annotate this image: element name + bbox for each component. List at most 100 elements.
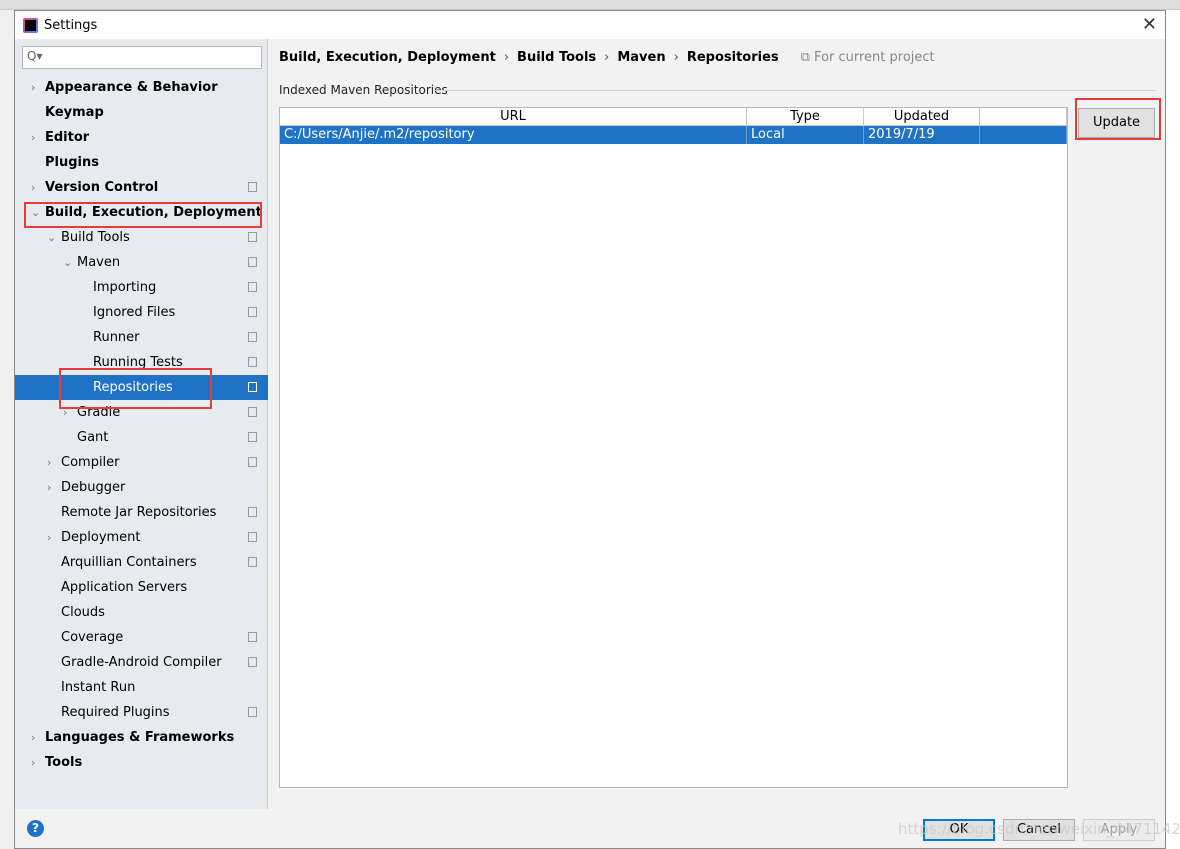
sidebar-item-clouds[interactable]: Clouds: [15, 600, 268, 625]
sidebar-item-label: Runner: [93, 330, 140, 345]
sidebar-item-compiler[interactable]: › Compiler: [15, 450, 268, 475]
settings-tree: › Appearance & Behavior Keymap › Editor Plugi…: [15, 75, 268, 775]
sidebar-item-label: Required Plugins: [61, 705, 170, 720]
project-settings-icon: [248, 432, 257, 442]
column-header-url[interactable]: URL: [280, 108, 747, 126]
sidebar-item-remote-jar-repositories[interactable]: Remote Jar Repositories: [15, 500, 268, 525]
sidebar-item-label: Instant Run: [61, 680, 136, 695]
chevron-right-icon[interactable]: ›: [31, 125, 35, 150]
project-settings-icon: [248, 707, 257, 717]
highlight-box-build: [24, 202, 262, 228]
sidebar-item-label: Application Servers: [61, 580, 188, 595]
sidebar-item-languages-frameworks[interactable]: › Languages & Frameworks: [15, 725, 268, 750]
search-input[interactable]: Q▾: [22, 46, 262, 69]
column-header-updated[interactable]: Updated: [864, 108, 980, 126]
sidebar-item-build-tools[interactable]: ⌄ Build Tools: [15, 225, 268, 250]
column-header-type[interactable]: Type: [747, 108, 864, 126]
project-settings-icon: [248, 382, 257, 392]
project-settings-icon: [248, 557, 257, 567]
sidebar-item-gradle-android-compiler[interactable]: Gradle-Android Compiler: [15, 650, 268, 675]
background-window-tabs: [0, 0, 1180, 10]
chevron-right-icon[interactable]: ›: [31, 175, 35, 200]
sidebar-item-label: Gant: [77, 430, 109, 445]
cell-type: Local: [747, 126, 864, 144]
sidebar-item-label: Ignored Files: [93, 305, 176, 320]
sidebar-item-deployment[interactable]: › Deployment: [15, 525, 268, 550]
sidebar-item-gant[interactable]: Gant: [15, 425, 268, 450]
sidebar-item-label: Version Control: [45, 180, 159, 195]
project-settings-icon: [248, 332, 257, 342]
chevron-down-icon[interactable]: ⌄: [47, 225, 56, 250]
sidebar-item-plugins[interactable]: Plugins: [15, 150, 268, 175]
ok-button[interactable]: OK: [923, 819, 995, 841]
sidebar-item-label: Gradle-Android Compiler: [61, 655, 222, 670]
sidebar-item-label: Arquillian Containers: [61, 555, 197, 570]
cell-empty: [980, 126, 1067, 144]
sidebar-item-label: Editor: [45, 130, 90, 145]
project-settings-icon: [248, 532, 257, 542]
sidebar-item-importing[interactable]: Importing: [15, 275, 268, 300]
project-settings-icon: [248, 407, 257, 417]
sidebar-item-ignored-files[interactable]: Ignored Files: [15, 300, 268, 325]
column-header-empty: [980, 108, 1067, 126]
project-settings-icon: [248, 182, 257, 192]
chevron-right-icon[interactable]: ›: [31, 75, 35, 100]
help-icon[interactable]: ?: [27, 820, 44, 837]
background-window: [1166, 10, 1180, 849]
project-settings-icon: [248, 257, 257, 267]
sidebar-item-label: Importing: [93, 280, 157, 295]
for-current-project-label: ⧉ For current project: [800, 50, 935, 65]
sidebar-item-label: Deployment: [61, 530, 141, 545]
project-settings-icon: [248, 632, 257, 642]
sidebar-item-label: Languages & Frameworks: [45, 730, 235, 745]
table-row[interactable]: C:/Users/Anjie/.m2/repository Local 2019…: [280, 126, 1067, 144]
sidebar-item-application-servers[interactable]: Application Servers: [15, 575, 268, 600]
chevron-right-icon[interactable]: ›: [31, 725, 35, 750]
sidebar-item-arquillian-containers[interactable]: Arquillian Containers: [15, 550, 268, 575]
breadcrumb-item: Repositories: [686, 50, 779, 65]
chevron-right-icon: ›: [503, 50, 510, 65]
sidebar-item-label: Coverage: [61, 630, 124, 645]
sidebar-item-tools[interactable]: › Tools: [15, 750, 268, 775]
sidebar-item-label: Appearance & Behavior: [45, 80, 218, 95]
chevron-right-icon[interactable]: ›: [31, 750, 35, 775]
close-icon[interactable]: ✕: [1142, 14, 1157, 35]
breadcrumb-item[interactable]: Build, Execution, Deployment: [279, 50, 496, 65]
chevron-right-icon[interactable]: ›: [47, 525, 51, 550]
sidebar-item-label: Tools: [45, 755, 83, 770]
sidebar-item-debugger[interactable]: › Debugger: [15, 475, 268, 500]
sidebar-item-coverage[interactable]: Coverage: [15, 625, 268, 650]
sidebar-item-version-control[interactable]: › Version Control: [15, 175, 268, 200]
title-bar: Settings ✕: [15, 11, 1165, 39]
repositories-table: URL Type Updated C:/Users/Anjie/.m2/repo…: [279, 107, 1068, 788]
chevron-down-icon[interactable]: ⌄: [63, 250, 72, 275]
project-settings-icon: [248, 507, 257, 517]
sidebar-item-editor[interactable]: › Editor: [15, 125, 268, 150]
sidebar-item-required-plugins[interactable]: Required Plugins: [15, 700, 268, 725]
breadcrumb-item[interactable]: Maven: [617, 50, 665, 65]
project-settings-icon: [248, 307, 257, 317]
chevron-right-icon[interactable]: ›: [47, 450, 51, 475]
settings-dialog: Settings ✕ Q▾ › Appearance & Behavior Keym…: [14, 10, 1166, 849]
sidebar-item-label: Debugger: [61, 480, 126, 495]
chevron-right-icon: ›: [604, 50, 610, 65]
sidebar-item-label: Build Tools: [61, 230, 130, 245]
project-settings-icon: [248, 232, 257, 242]
sidebar-item-label: Keymap: [45, 105, 104, 120]
sidebar-item-label: Remote Jar Repositories: [61, 505, 217, 520]
project-settings-icon: [248, 457, 257, 467]
chevron-right-icon[interactable]: ›: [47, 475, 51, 500]
main-panel: Build, Execution, Deployment › Build Tools…: [269, 39, 1165, 809]
settings-sidebar: Q▾ › Appearance & Behavior Keymap › Editor Pl…: [15, 39, 268, 809]
sidebar-item-appearance-behavior[interactable]: › Appearance & Behavior: [15, 75, 268, 100]
cancel-button[interactable]: Cancel: [1003, 819, 1075, 841]
dialog-footer: ? OK Cancel Apply: [15, 809, 1165, 849]
sidebar-item-maven[interactable]: ⌄ Maven: [15, 250, 268, 275]
breadcrumb-item[interactable]: Build Tools: [517, 50, 596, 65]
sidebar-item-label: Clouds: [61, 605, 105, 620]
apply-button[interactable]: Apply: [1083, 819, 1155, 841]
cell-updated: 2019/7/19: [864, 126, 980, 144]
sidebar-item-keymap[interactable]: Keymap: [15, 100, 268, 125]
sidebar-item-instant-run[interactable]: Instant Run: [15, 675, 268, 700]
sidebar-item-runner[interactable]: Runner: [15, 325, 268, 350]
